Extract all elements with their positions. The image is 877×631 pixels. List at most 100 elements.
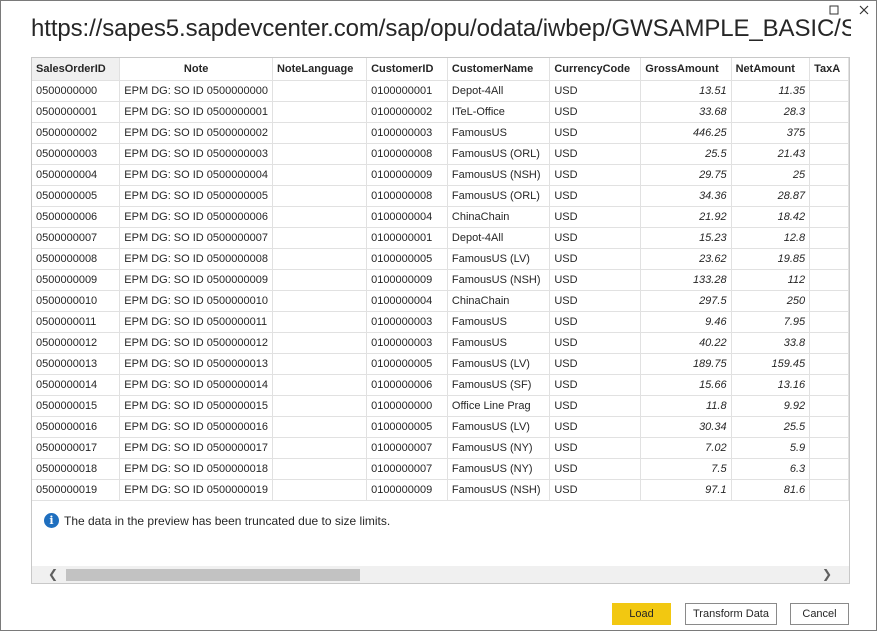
table-cell: 18.42 — [731, 206, 811, 228]
table-cell: 0100000007 — [366, 437, 448, 459]
table-cell: 5.9 — [731, 437, 811, 459]
table-row[interactable]: 0500000014 EPM DG: SO ID 0500000014 010000… — [32, 374, 849, 396]
close-icon[interactable] — [857, 3, 871, 17]
table-row[interactable]: 0500000004 EPM DG: SO ID 0500000004 010000… — [32, 164, 849, 186]
table-cell — [272, 395, 368, 417]
table-row[interactable]: 0500000008 EPM DG: SO ID 0500000008 010000… — [32, 248, 849, 270]
table-row[interactable]: 0500000011 EPM DG: SO ID 0500000011 010000… — [32, 311, 849, 333]
table-cell — [809, 353, 849, 375]
horizontal-scrollbar[interactable]: ❮ ❯ — [32, 566, 849, 583]
scrollbar-thumb[interactable] — [66, 569, 360, 581]
table-row[interactable]: 0500000003 EPM DG: SO ID 0500000003 010000… — [32, 143, 849, 165]
table-cell: 40.22 — [640, 332, 732, 354]
table-cell: USD — [549, 479, 642, 501]
table-cell: 0100000000 — [366, 395, 448, 417]
column-header[interactable]: NoteLanguage — [272, 58, 368, 81]
table-row[interactable]: 0500000007 EPM DG: SO ID 0500000007 010000… — [32, 227, 849, 249]
table-cell — [809, 80, 849, 102]
table-cell: 21.92 — [640, 206, 732, 228]
table-row[interactable]: 0500000016 EPM DG: SO ID 0500000016 010000… — [32, 416, 849, 438]
table-cell: 81.6 — [731, 479, 811, 501]
table-cell: EPM DG: SO ID 0500000009 — [119, 269, 273, 291]
column-header[interactable]: TaxA — [809, 58, 849, 81]
cancel-button[interactable]: Cancel — [790, 603, 849, 625]
table-cell — [809, 227, 849, 249]
table-cell — [809, 290, 849, 312]
table-row[interactable]: 0500000015 EPM DG: SO ID 0500000015 010000… — [32, 395, 849, 417]
table-row[interactable]: 0500000019 EPM DG: SO ID 0500000019 010000… — [32, 479, 849, 501]
table-cell: 0100000005 — [366, 248, 448, 270]
table-cell: USD — [549, 416, 642, 438]
table-cell: FamousUS (SF) — [447, 374, 551, 396]
table-cell: FamousUS (NSH) — [447, 269, 551, 291]
table-row[interactable]: 0500000018 EPM DG: SO ID 0500000018 010000… — [32, 458, 849, 480]
table-cell: 13.16 — [731, 374, 811, 396]
table-cell — [809, 437, 849, 459]
table-cell: FamousUS (LV) — [447, 353, 551, 375]
transform-data-button[interactable]: Transform Data — [685, 603, 777, 625]
column-header[interactable]: Note — [119, 58, 273, 81]
table-cell — [809, 164, 849, 186]
table-cell: USD — [549, 248, 642, 270]
maximize-icon[interactable] — [827, 3, 841, 17]
table-cell: USD — [549, 269, 642, 291]
table-cell: 0500000019 — [32, 479, 121, 501]
scroll-right-icon[interactable]: ❯ — [820, 568, 834, 581]
table-cell: FamousUS — [447, 311, 551, 333]
table-cell: 0100000004 — [366, 206, 448, 228]
table-cell: USD — [549, 290, 642, 312]
table-cell: USD — [549, 122, 642, 144]
table-cell: EPM DG: SO ID 0500000004 — [119, 164, 273, 186]
table-cell — [809, 143, 849, 165]
table-cell: 6.3 — [731, 458, 811, 480]
table-cell: 30.34 — [640, 416, 732, 438]
table-cell: 0500000015 — [32, 395, 121, 417]
column-header[interactable]: NetAmount — [731, 58, 811, 81]
table-cell: 9.46 — [640, 311, 732, 333]
table-cell — [809, 395, 849, 417]
table-cell: 0500000007 — [32, 227, 121, 249]
table-cell: EPM DG: SO ID 0500000002 — [119, 122, 273, 144]
table-cell: FamousUS (ORL) — [447, 185, 551, 207]
column-header[interactable]: CustomerName — [447, 58, 551, 81]
table-cell: EPM DG: SO ID 0500000016 — [119, 416, 273, 438]
table-cell: 0500000005 — [32, 185, 121, 207]
table-cell: EPM DG: SO ID 0500000007 — [119, 227, 273, 249]
column-header[interactable]: CustomerID — [366, 58, 448, 81]
table-row[interactable]: 0500000000 EPM DG: SO ID 0500000000 010000… — [32, 80, 849, 102]
load-button[interactable]: Load — [612, 603, 671, 625]
table-cell: 0100000008 — [366, 143, 448, 165]
column-header[interactable]: GrossAmount — [640, 58, 732, 81]
table-cell: EPM DG: SO ID 0500000000 — [119, 80, 273, 102]
table-cell: 0500000014 — [32, 374, 121, 396]
table-row[interactable]: 0500000013 EPM DG: SO ID 0500000013 010000… — [32, 353, 849, 375]
column-header[interactable]: CurrencyCode — [549, 58, 642, 81]
table-cell: EPM DG: SO ID 0500000011 — [119, 311, 273, 333]
data-grid[interactable]: SalesOrderID Note NoteLanguage CustomerID Cu… — [32, 58, 849, 503]
table-row[interactable]: 0500000002 EPM DG: SO ID 0500000002 010000… — [32, 122, 849, 144]
dialog-title: https://sapes5.sapdevcenter.com/sap/opu/… — [31, 15, 851, 42]
table-row[interactable]: 0500000012 EPM DG: SO ID 0500000012 010000… — [32, 332, 849, 354]
scroll-left-icon[interactable]: ❮ — [46, 568, 60, 581]
table-cell: 33.68 — [640, 101, 732, 123]
table-cell: 0500000013 — [32, 353, 121, 375]
table-row[interactable]: 0500000001 EPM DG: SO ID 0500000001 010000… — [32, 101, 849, 123]
table-cell — [272, 80, 368, 102]
table-cell: Depot-4All — [447, 80, 551, 102]
table-row[interactable]: 0500000017 EPM DG: SO ID 0500000017 010000… — [32, 437, 849, 459]
table-row[interactable]: 0500000009 EPM DG: SO ID 0500000009 010000… — [32, 269, 849, 291]
table-cell: 12.8 — [731, 227, 811, 249]
table-row[interactable]: 0500000006 EPM DG: SO ID 0500000006 010000… — [32, 206, 849, 228]
table-cell — [272, 164, 368, 186]
table-cell: 0500000018 — [32, 458, 121, 480]
table-cell: 0100000002 — [366, 101, 448, 123]
table-row[interactable]: 0500000005 EPM DG: SO ID 0500000005 010000… — [32, 185, 849, 207]
table-cell — [809, 416, 849, 438]
table-cell — [809, 101, 849, 123]
table-cell: FamousUS (LV) — [447, 416, 551, 438]
table-cell: EPM DG: SO ID 0500000015 — [119, 395, 273, 417]
data-preview: SalesOrderID Note NoteLanguage CustomerID Cu… — [31, 57, 850, 584]
column-header[interactable]: SalesOrderID — [32, 58, 121, 81]
table-row[interactable]: 0500000010 EPM DG: SO ID 0500000010 010000… — [32, 290, 849, 312]
table-cell — [272, 101, 368, 123]
